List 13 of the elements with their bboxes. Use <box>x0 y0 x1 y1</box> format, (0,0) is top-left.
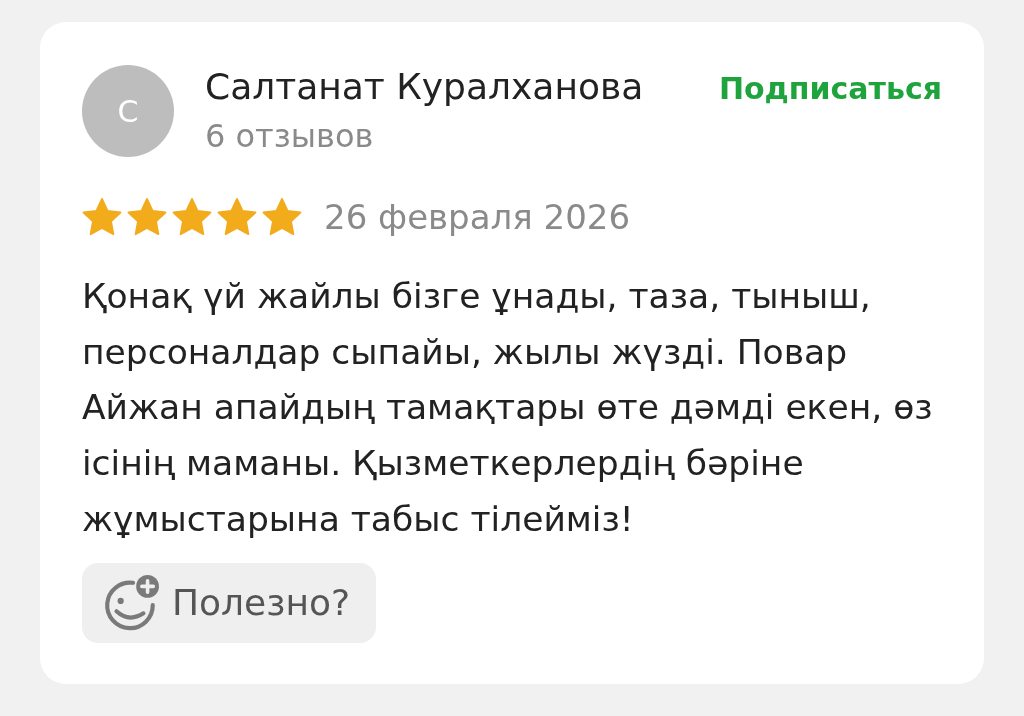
subscribe-link[interactable]: Подписаться <box>718 69 942 109</box>
review-count: 6 отзывов <box>205 116 374 157</box>
smiley-plus-icon <box>102 573 160 632</box>
review-date: 26 февраля 2026 <box>324 197 631 237</box>
star-icon <box>82 198 122 236</box>
review-text: Қонақ үй жайлы бізге ұнады, таза, тыныш, персоналдар сыпайы, жылы жүзді. Повар Айжан апайдың тамақтары өте дәмді екен, өз ісінің маманы. Қызметкерлердің бәріне жұмыстарына табыс тілейміз! <box>82 275 934 541</box>
star-icon <box>262 198 302 236</box>
author-name: Салтанат Куралханова <box>205 65 644 109</box>
helpful-button[interactable]: Полезно? <box>82 562 377 643</box>
star-icon <box>127 198 167 236</box>
star-icon <box>217 198 257 236</box>
avatar-circle: С <box>82 65 174 157</box>
star-icon <box>172 198 212 236</box>
